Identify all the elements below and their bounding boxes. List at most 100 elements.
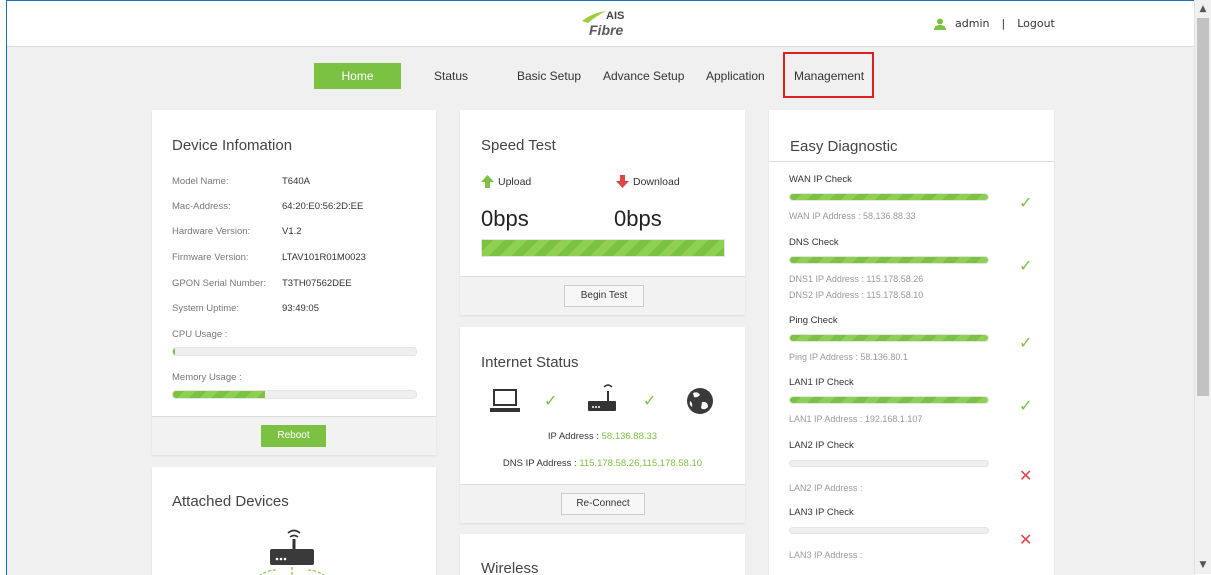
lan1-ip-check-label: LAN1 IP Check bbox=[789, 377, 854, 388]
upload-speed-value: 0bps bbox=[481, 206, 529, 231]
nav-application[interactable]: Application bbox=[706, 61, 765, 91]
memory-usage-label: Memory Usage : bbox=[172, 372, 242, 383]
computer-icon bbox=[490, 389, 520, 412]
info-value: 64:20:E0:56:2D:EE bbox=[282, 201, 364, 212]
download-speed-value: 0bps bbox=[614, 206, 662, 231]
info-label: System Uptime: bbox=[172, 303, 240, 314]
check-icon: ✓ bbox=[643, 391, 657, 410]
dns-address-value: 115.178.58.26,115.178.58.10 bbox=[579, 458, 703, 469]
router-icon bbox=[588, 384, 616, 411]
speed-progress-fill bbox=[482, 240, 724, 256]
ping-ip-address: Ping IP Address : 58.136.80.1 bbox=[789, 352, 908, 362]
lan2-ip-check-label: LAN2 IP Check bbox=[789, 440, 854, 451]
nav-basic-setup[interactable]: Basic Setup bbox=[517, 61, 581, 91]
memory-usage-fill bbox=[173, 391, 266, 398]
device-info-title: Device Infomation bbox=[172, 137, 293, 154]
highlight-box bbox=[783, 52, 874, 98]
begin-test-button[interactable]: Begin Test bbox=[564, 285, 644, 307]
info-row: Hardware Version: V1.2 bbox=[172, 226, 302, 237]
progress-fill bbox=[790, 397, 988, 403]
wan-ip-check-bar bbox=[789, 193, 989, 201]
check-icon: ✓ bbox=[1019, 396, 1033, 415]
download-indicator: Download bbox=[616, 175, 680, 188]
ping-check-label: Ping Check bbox=[789, 315, 838, 326]
reboot-button[interactable]: Reboot bbox=[261, 425, 326, 447]
vertical-scrollbar[interactable]: ▲ ▼ bbox=[1194, 0, 1211, 574]
cpu-usage-fill bbox=[173, 348, 176, 355]
info-value: 93:49:05 bbox=[282, 303, 319, 314]
info-row: System Uptime: 93:49:05 bbox=[172, 303, 319, 314]
progress-fill bbox=[790, 257, 988, 263]
arrow-down-icon bbox=[616, 175, 629, 188]
speed-test-card: Speed Test Upload Download 0bps 0bps Beg… bbox=[460, 110, 745, 315]
dns-address-label: DNS IP Address : bbox=[502, 458, 577, 469]
info-label: Mac-Address: bbox=[172, 201, 231, 212]
nav-home[interactable]: Home bbox=[314, 63, 401, 89]
speed-test-footer: Begin Test bbox=[460, 276, 745, 315]
logout-link[interactable]: Logout bbox=[1017, 17, 1055, 30]
reconnect-button[interactable]: Re-Connect bbox=[561, 493, 645, 515]
lan1-ip-address: LAN1 IP Address : 192.168.1.107 bbox=[789, 414, 923, 424]
nav-status[interactable]: Status bbox=[434, 61, 468, 91]
speed-test-title: Speed Test bbox=[481, 137, 556, 154]
lan2-ip-address: LAN2 IP Address : bbox=[789, 483, 863, 493]
ip-address-label: IP Address : bbox=[547, 431, 599, 442]
info-label: GPON Serial Number: bbox=[172, 278, 266, 289]
internet-status-card: Internet Status ✓ ✓ IP Address : 58.136.… bbox=[460, 327, 745, 523]
info-value: T3TH07562DEE bbox=[282, 278, 352, 289]
dns-check-bar bbox=[789, 256, 989, 264]
info-row: Mac-Address: 64:20:E0:56:2D:EE bbox=[172, 201, 363, 212]
wan-ip-address: WAN IP Address : 58.136.88.33 bbox=[789, 211, 916, 221]
internet-status-title: Internet Status bbox=[481, 354, 579, 371]
browser-viewport: AIS Fibre admin | Logout Home Status Bas… bbox=[6, 0, 1196, 575]
info-label: Hardware Version: bbox=[172, 226, 251, 237]
ip-address-value: 58.136.88.33 bbox=[601, 431, 658, 442]
upload-indicator: Upload bbox=[481, 175, 531, 188]
info-row: GPON Serial Number: T3TH07562DEE bbox=[172, 278, 352, 289]
scrollbar-thumb[interactable] bbox=[1197, 18, 1209, 396]
attached-devices-card: Attached Devices bbox=[152, 467, 436, 575]
device-info-card: Device Infomation Model Name: T640A Mac-… bbox=[152, 110, 436, 455]
user-area: admin | Logout bbox=[934, 17, 1055, 30]
info-value: LTAV101R01M0023 bbox=[282, 252, 366, 263]
info-row: Firmware Version: LTAV101R01M0023 bbox=[172, 252, 366, 263]
check-icon: ✓ bbox=[1019, 193, 1033, 212]
cross-icon: ✕ bbox=[1019, 466, 1033, 485]
upload-label: Upload bbox=[498, 175, 532, 188]
info-label: Firmware Version: bbox=[172, 252, 249, 263]
speed-progress-bar bbox=[481, 239, 725, 257]
lan1-ip-check-bar bbox=[789, 396, 989, 404]
main-nav: Home Status Basic Setup Advance Setup Ap… bbox=[7, 52, 1196, 98]
easy-diagnostic-card: Easy Diagnostic WAN IP Check ✓ WAN IP Ad… bbox=[769, 110, 1054, 575]
memory-usage-bar bbox=[172, 390, 417, 399]
dns1-ip-address: DNS1 IP Address : 115.178.58.26 bbox=[789, 274, 924, 284]
check-icon: ✓ bbox=[1019, 256, 1033, 275]
lan3-ip-check-bar bbox=[789, 527, 989, 534]
nav-advance-setup[interactable]: Advance Setup bbox=[603, 61, 684, 91]
logo-ais-text: AIS bbox=[606, 10, 625, 22]
easy-diagnostic-title: Easy Diagnostic bbox=[790, 138, 898, 155]
lan3-ip-address: LAN3 IP Address : bbox=[789, 550, 863, 560]
check-icon: ✓ bbox=[1019, 333, 1033, 352]
info-row: Model Name: T640A bbox=[172, 176, 310, 187]
attached-devices-title: Attached Devices bbox=[172, 493, 289, 510]
wireless-card: Wireless bbox=[460, 534, 745, 575]
dns2-ip-address: DNS2 IP Address : 115.178.58.10 bbox=[789, 290, 924, 300]
lan3-ip-check-label: LAN3 IP Check bbox=[789, 507, 854, 518]
info-value: V1.2 bbox=[282, 226, 302, 237]
cpu-usage-label: CPU Usage : bbox=[172, 329, 228, 340]
ping-check-bar bbox=[789, 334, 989, 342]
scroll-down-icon[interactable]: ▼ bbox=[1195, 558, 1211, 572]
user-icon bbox=[934, 18, 946, 30]
progress-fill bbox=[790, 335, 988, 341]
username[interactable]: admin bbox=[955, 17, 989, 30]
scroll-up-icon[interactable]: ▲ bbox=[1195, 2, 1211, 16]
ais-fibre-logo[interactable]: AIS Fibre bbox=[582, 9, 642, 41]
cpu-usage-bar bbox=[172, 347, 417, 356]
dns-address-line: DNS IP Address : 115.178.58.26,115.178.5… bbox=[460, 458, 745, 469]
logo-fibre-text: Fibre bbox=[589, 22, 624, 38]
ip-address-line: IP Address : 58.136.88.33 bbox=[460, 431, 745, 442]
progress-fill bbox=[790, 194, 988, 200]
device-info-footer: Reboot bbox=[152, 416, 436, 455]
info-label: Model Name: bbox=[172, 176, 229, 187]
